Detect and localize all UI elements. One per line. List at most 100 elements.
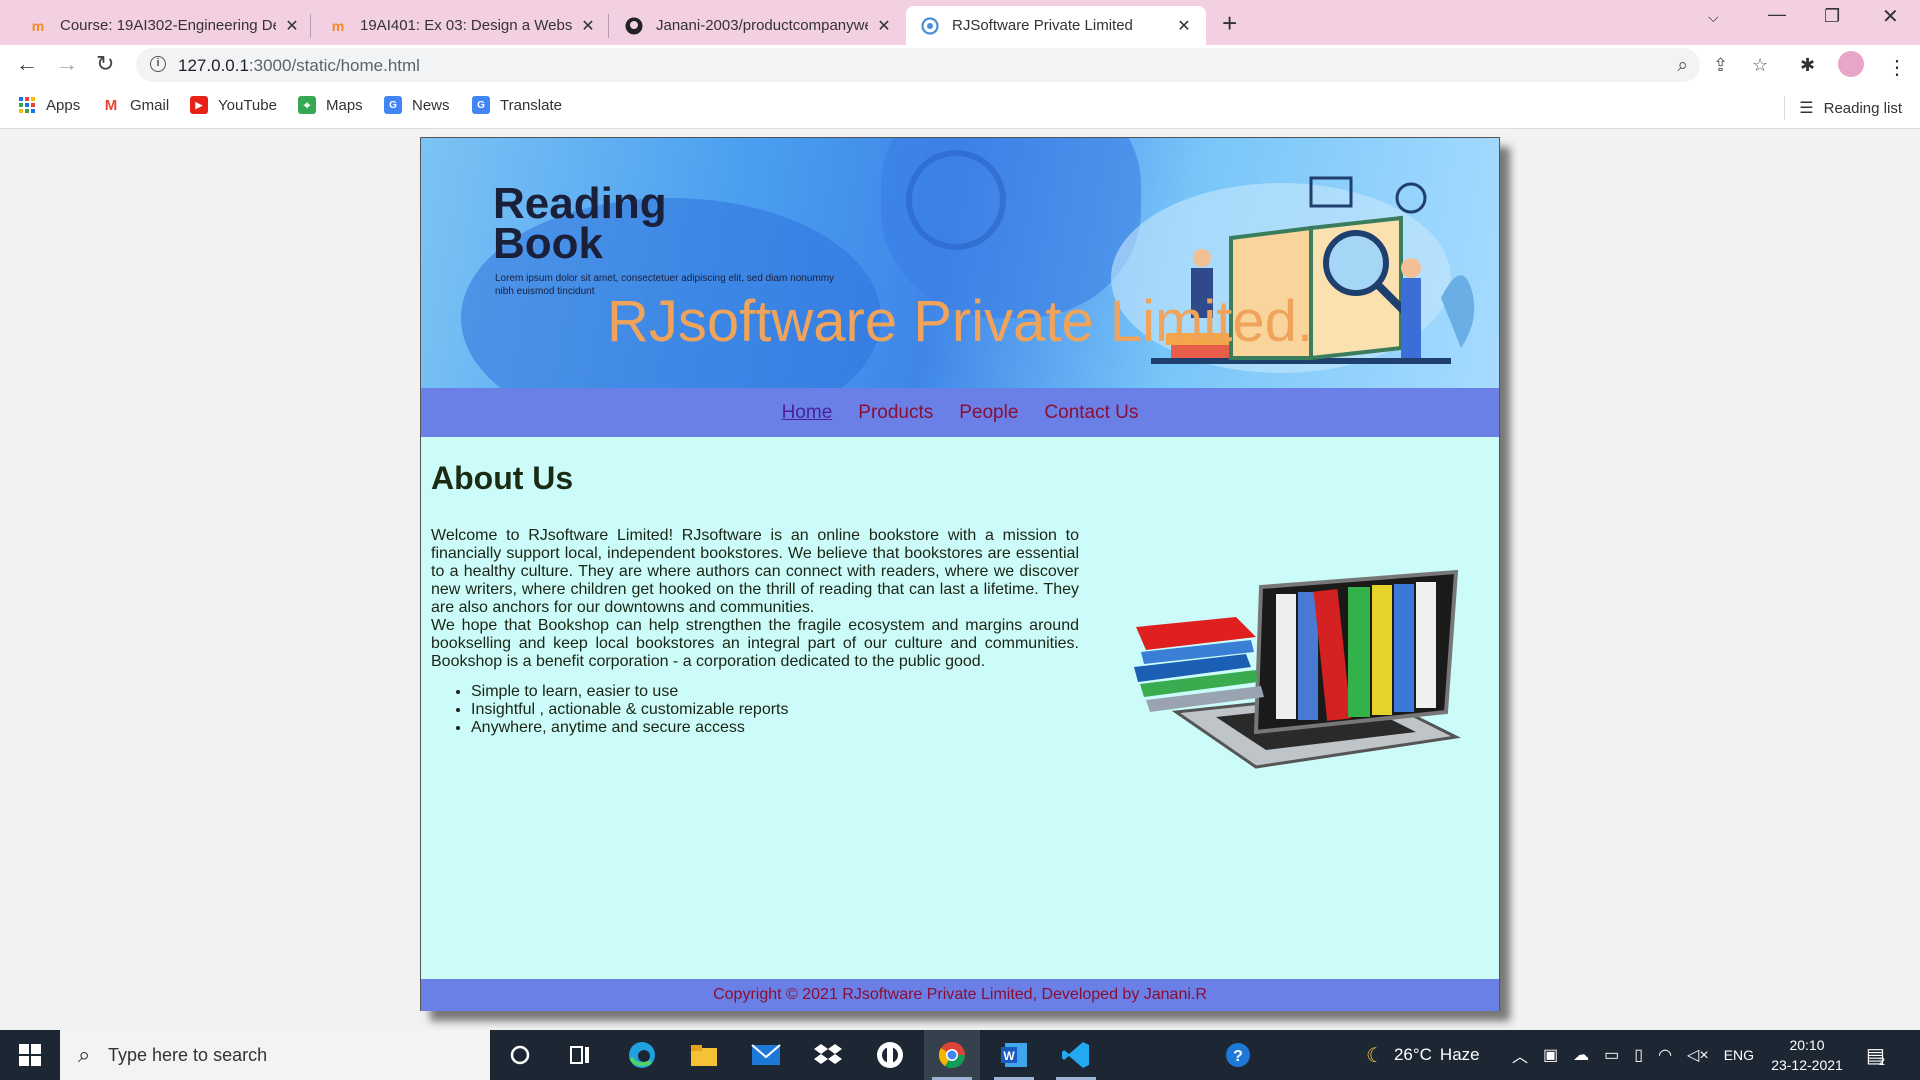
url-path: :3000/static/home.html [248,56,420,75]
notification-count: 2 [1878,1056,1886,1068]
browser-tab[interactable]: m 19AI401: Ex 03: Design a Website ✕ [314,6,610,45]
bookmark-label: Translate [500,96,562,114]
app-icon[interactable] [862,1030,918,1080]
share-icon[interactable]: ⇪ [1713,55,1728,76]
list-item: Insightful , actionable & customizable r… [471,701,789,719]
maps-icon: ⌖ [298,96,316,114]
system-tray: ︿ ▣ ☁ ▭ ▯ ◠ ◁× ENG [1512,1030,1754,1080]
news-icon: G [384,96,402,114]
reading-list-button[interactable]: ☰ Reading list [1784,96,1902,120]
clock-date: 23-12-2021 [1771,1057,1843,1073]
new-tab-icon[interactable]: + [1222,8,1237,39]
bookmark-star-icon[interactable]: ☆ [1752,55,1768,76]
language-indicator[interactable]: ENG [1724,1047,1754,1063]
notifications-button[interactable]: ▤ 2 [1866,1030,1885,1080]
bookmark-youtube[interactable]: ▶ YouTube [190,96,277,114]
site-info-icon[interactable]: i [150,56,166,72]
divider [1784,96,1786,120]
tab-title: Course: 19AI302-Engineering De [60,17,276,34]
back-icon[interactable]: ← [16,51,38,77]
nav-link-home[interactable]: Home [782,402,833,424]
onedrive-icon[interactable]: ☁ [1573,1045,1589,1065]
search-placeholder: Type here to search [108,1044,268,1065]
nav-link-contact-us[interactable]: Contact Us [1044,402,1138,424]
windows-taskbar: ⌕ Type here to search W ? ☾ 26°C Haze ︿ … [0,1030,1920,1080]
bookmark-label: Apps [46,96,81,114]
about-section: About Us Welcome to RJsoftware Limited! … [431,437,1489,769]
bookmark-news[interactable]: G News [384,96,450,114]
nav-link-products[interactable]: Products [858,402,933,424]
banner-heading: Reading Book [493,179,667,268]
mail-icon[interactable] [738,1030,794,1080]
about-paragraph: Welcome to RJsoftware Limited! RJsoftwar… [431,527,1079,616]
close-window-icon[interactable]: ✕ [1882,4,1899,29]
page-footer: Copyright © 2021 RJsoftware Private Limi… [421,979,1499,1011]
vscode-icon[interactable] [1048,1030,1104,1080]
close-tab-icon[interactable]: ✕ [1174,16,1194,36]
tab-divider [608,14,609,38]
github-icon [624,16,644,36]
battery-icon[interactable]: ▯ [1634,1045,1643,1065]
edge-icon[interactable] [614,1030,670,1080]
bookmark-label: News [412,96,450,114]
minimize-icon[interactable]: — [1768,4,1786,25]
weather-temp: 26°C [1393,1045,1432,1064]
dropbox-icon[interactable] [800,1030,856,1080]
list-item: Anywhere, anytime and secure access [471,719,789,737]
chevron-up-icon[interactable]: ︿ [1512,1043,1528,1067]
weather-widget[interactable]: ☾ 26°C Haze [1366,1030,1480,1080]
profile-avatar[interactable] [1838,51,1864,77]
browser-tab[interactable]: m Course: 19AI302-Engineering De ✕ [14,6,314,45]
cortana-icon[interactable] [492,1030,548,1080]
browser-tab[interactable]: Janani-2003/productcompanywe ✕ [610,6,906,45]
magnifier-decoration [906,150,1006,250]
bookmark-gmail[interactable]: M Gmail [102,96,169,114]
volume-muted-icon[interactable]: ◁× [1687,1045,1709,1065]
url-host: 127.0.0.1 [178,56,249,75]
list-item: Simple to learn, easier to use [471,683,789,701]
clock[interactable]: 20:10 23-12-2021 [1762,1035,1852,1075]
zoom-icon[interactable]: ⌕ [1677,55,1688,77]
bookmark-label: YouTube [218,96,277,114]
reading-list-icon: ☰ [1799,100,1814,117]
bookmark-apps[interactable]: Apps [18,96,80,114]
url-text: 127.0.0.1:3000/static/home.html [178,56,420,76]
bookmarks-bar: Apps M Gmail ▶ YouTube ⌖ Maps G News G T… [0,85,1920,129]
wifi-icon[interactable]: ◠ [1658,1045,1672,1065]
translate-icon: G [472,96,490,114]
address-bar[interactable]: i 127.0.0.1:3000/static/home.html ⌕ [136,48,1700,82]
moodle-icon: m [331,17,345,34]
svg-text:W: W [1003,1049,1015,1063]
tab-title: 19AI401: Ex 03: Design a Website [360,17,572,34]
globe-icon [920,16,940,36]
start-button[interactable] [0,1030,60,1080]
word-icon[interactable]: W [986,1030,1042,1080]
chrome-icon[interactable] [924,1030,980,1080]
bookmark-translate[interactable]: G Translate [472,96,562,114]
company-title: RJsoftware Private Limited. [607,289,1313,354]
reload-icon[interactable]: ↻ [96,51,114,77]
bookmark-maps[interactable]: ⌖ Maps [298,96,363,114]
extensions-icon[interactable]: ✱ [1800,55,1815,76]
laptop-books-illustration [1134,569,1461,769]
nav-link-people[interactable]: People [959,402,1018,424]
restore-icon[interactable]: ❐ [1824,6,1840,27]
banner-heading-line: Book [493,219,603,268]
forward-icon[interactable]: → [56,51,78,77]
display-icon[interactable]: ▭ [1604,1045,1619,1065]
tab-title: Janani-2003/productcompanywe [656,17,868,34]
taskbar-search[interactable]: ⌕ Type here to search [60,1030,490,1080]
banner-heading-line: Reading [493,179,667,228]
browser-tab-active[interactable]: RJSoftware Private Limited ✕ [906,6,1206,45]
close-tab-icon[interactable]: ✕ [578,16,598,36]
menu-icon[interactable]: ⋮ [1887,55,1907,80]
file-explorer-icon[interactable] [676,1030,732,1080]
header-banner: Reading Book Lorem ipsum dolor sit amet,… [421,138,1499,388]
task-view-icon[interactable] [552,1030,608,1080]
close-tab-icon[interactable]: ✕ [874,16,894,36]
meet-icon[interactable]: ▣ [1543,1045,1558,1065]
tab-search-icon[interactable]: ⌵ [1708,9,1719,26]
bookmark-label: Gmail [130,96,170,114]
close-tab-icon[interactable]: ✕ [282,16,302,36]
help-icon[interactable]: ? [1210,1030,1266,1080]
